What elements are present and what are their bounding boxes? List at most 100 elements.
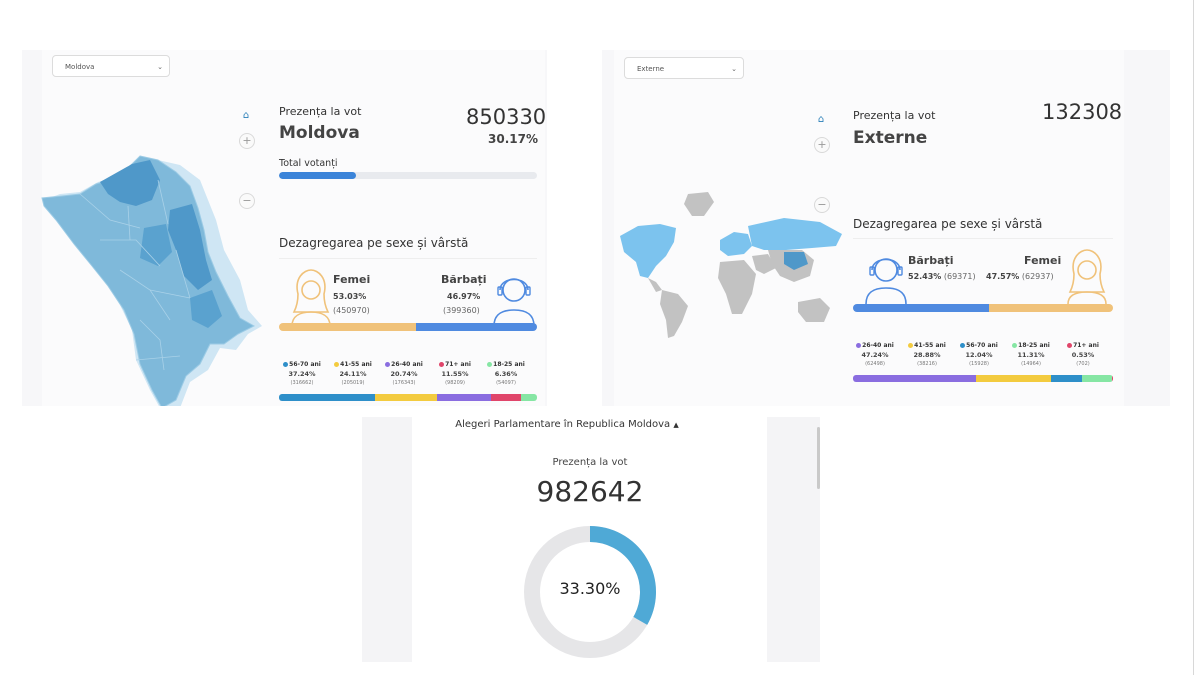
men-percent: 52.43% bbox=[908, 272, 942, 281]
region-select-value: Moldova bbox=[65, 63, 95, 71]
map-zoom-controls-externe: ⌂ + − bbox=[814, 113, 830, 223]
age-group-percent: 20.74% bbox=[390, 370, 418, 378]
summary-turnout-label: Prezența la vot bbox=[552, 457, 628, 468]
age-group-name: 56-70 ani bbox=[952, 342, 1006, 349]
total-voters-label: Total votanți bbox=[279, 158, 338, 169]
home-icon[interactable]: ⌂ bbox=[239, 109, 253, 123]
region-select-value: Externe bbox=[637, 65, 665, 73]
window-edge bbox=[1193, 0, 1194, 675]
age-group-percent: 0.53% bbox=[1071, 351, 1095, 359]
age-color-dot bbox=[856, 343, 862, 348]
age-group-label: 56-70 ani bbox=[966, 342, 998, 349]
age-color-dot bbox=[385, 362, 391, 367]
age-group-name: 71+ ani bbox=[428, 361, 482, 368]
age-group-label: 41-55 ani bbox=[914, 342, 946, 349]
age-group-percent: 24.11% bbox=[339, 370, 367, 378]
men-count: (399360) bbox=[443, 306, 480, 315]
age-group-item: 41-55 ani 24.11% (205019) bbox=[326, 361, 380, 386]
age-group-item: 26-40 ani 47.24% (62498) bbox=[848, 342, 902, 367]
age-group-name: 26-40 ani bbox=[848, 342, 902, 349]
age-group-percent: 28.88% bbox=[913, 351, 941, 359]
age-color-dot bbox=[1067, 343, 1073, 348]
age-group-name: 56-70 ani bbox=[275, 361, 329, 368]
age-split-segment bbox=[437, 394, 491, 401]
women-stats: 47.57% (62937) bbox=[986, 272, 1054, 281]
age-group-name: 26-40 ani bbox=[377, 361, 431, 368]
world-map-south-america bbox=[660, 290, 688, 338]
gender-split-bar bbox=[279, 323, 537, 331]
age-group-label: 18-25 ani bbox=[493, 361, 525, 368]
age-group-count: (98209) bbox=[445, 380, 465, 386]
women-count: (62937) bbox=[1021, 272, 1054, 281]
age-group-percent: 12.04% bbox=[965, 351, 993, 359]
men-label: Bărbați bbox=[441, 273, 487, 286]
world-map[interactable] bbox=[616, 190, 844, 340]
divider bbox=[853, 238, 1113, 239]
age-group-percent: 6.36% bbox=[494, 370, 518, 378]
turnout-count: 132308 bbox=[1042, 100, 1123, 124]
gender-split-women bbox=[279, 323, 416, 331]
women-percent: 47.57% bbox=[986, 272, 1020, 281]
age-split-bar bbox=[279, 394, 537, 401]
age-split-segment bbox=[375, 394, 438, 401]
age-color-dot bbox=[439, 362, 445, 367]
turnout-count: 850330 bbox=[466, 105, 547, 129]
age-group-count: (702) bbox=[1076, 361, 1090, 367]
age-split-segment bbox=[279, 394, 376, 401]
age-group-label: 18-25 ani bbox=[1018, 342, 1050, 349]
moldova-map[interactable] bbox=[40, 120, 272, 406]
chevron-down-icon: ⌄ bbox=[731, 65, 737, 73]
home-icon[interactable]: ⌂ bbox=[814, 113, 828, 127]
age-split-segment bbox=[1050, 375, 1083, 382]
age-color-dot bbox=[908, 343, 914, 348]
turnout-label: Prezența la vot bbox=[279, 105, 362, 118]
world-map-north-america bbox=[620, 224, 676, 278]
zoom-track bbox=[814, 163, 828, 187]
age-group-count: (176343) bbox=[392, 380, 416, 386]
age-split-segment bbox=[853, 375, 976, 382]
breakdown-title: Dezagregarea pe sexe și vârstă bbox=[853, 217, 1043, 231]
age-group-item: 41-55 ani 28.88% (38216) bbox=[900, 342, 954, 367]
age-group-percent: 47.24% bbox=[861, 351, 889, 359]
age-group-item: 71+ ani 11.55% (98209) bbox=[428, 361, 482, 386]
women-label: Femei bbox=[333, 273, 371, 286]
woman-avatar-icon bbox=[1067, 249, 1107, 304]
breakdown-title: Dezagregarea pe sexe și vârstă bbox=[279, 236, 469, 250]
age-group-name: 41-55 ani bbox=[900, 342, 954, 349]
gender-split-men bbox=[853, 304, 990, 312]
plus-icon[interactable]: + bbox=[814, 137, 830, 153]
moldova-panel: Moldova ⌄ ⌂ + − Prezența la vot Moldova … bbox=[22, 50, 547, 406]
age-group-item: 56-70 ani 37.24% (316662) bbox=[275, 361, 329, 386]
age-group-percent: 11.31% bbox=[1017, 351, 1045, 359]
turnout-label: Prezența la vot bbox=[853, 109, 936, 122]
age-group-percent: 37.24% bbox=[288, 370, 316, 378]
gender-split-men bbox=[415, 323, 537, 331]
region-name: Externe bbox=[853, 128, 928, 148]
world-map-central-america bbox=[648, 278, 662, 292]
gender-split-women bbox=[989, 304, 1113, 312]
region-select-externe[interactable]: Externe ⌄ bbox=[624, 57, 744, 79]
region-select-moldova[interactable]: Moldova ⌄ bbox=[52, 55, 170, 77]
age-group-item: 71+ ani 0.53% (702) bbox=[1056, 342, 1110, 367]
summary-header[interactable]: Alegeri Parlamentare în Republica Moldov… bbox=[362, 419, 772, 430]
age-group-label: 71+ ani bbox=[1073, 342, 1099, 349]
gender-split-bar bbox=[853, 304, 1113, 312]
age-group-count: (205019) bbox=[341, 380, 365, 386]
minus-icon[interactable]: − bbox=[814, 197, 830, 213]
summary-count: 982642 bbox=[536, 475, 644, 508]
donut-percent: 33.30% bbox=[559, 579, 621, 598]
plus-icon[interactable]: + bbox=[239, 133, 255, 149]
age-group-item: 18-25 ani 11.31% (14964) bbox=[1004, 342, 1058, 367]
summary-title: Alegeri Parlamentare în Republica Moldov… bbox=[455, 419, 671, 430]
women-percent: 53.03% bbox=[333, 292, 367, 301]
world-map-europe bbox=[720, 232, 752, 256]
age-group-count: (54097) bbox=[496, 380, 516, 386]
world-map-greenland bbox=[684, 192, 714, 216]
age-split-segment bbox=[490, 394, 521, 401]
women-count: (450970) bbox=[333, 306, 370, 315]
minus-icon[interactable]: − bbox=[239, 193, 255, 209]
age-group-item: 18-25 ani 6.36% (54097) bbox=[479, 361, 533, 386]
age-group-label: 26-40 ani bbox=[391, 361, 423, 368]
chevron-down-icon: ⌄ bbox=[157, 63, 163, 71]
age-group-percent: 11.55% bbox=[441, 370, 469, 378]
